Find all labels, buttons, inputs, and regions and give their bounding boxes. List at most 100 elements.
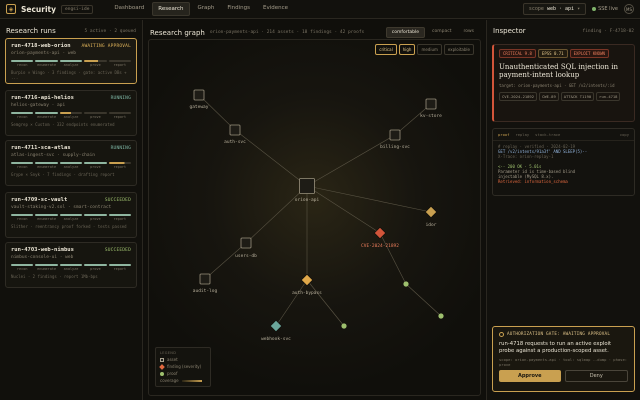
stage-label: report <box>113 115 127 119</box>
app-title: Security <box>21 4 57 14</box>
stage-progress-bar <box>108 60 132 62</box>
stage-progress-bar <box>35 112 58 114</box>
badge-epss: EPSS 0.71 <box>537 49 568 58</box>
stage-label: analyze <box>63 267 79 271</box>
graph-node-label: auth-bypass <box>292 290 322 296</box>
filter-exploitable[interactable]: exploitable <box>443 44 474 55</box>
deny-button[interactable]: Deny <box>564 370 628 382</box>
stage-label: enumerate <box>37 165 57 169</box>
run-card[interactable]: run-4709-sc-vault SUCCEEDED vault-staking-… <box>5 192 137 238</box>
copy-button[interactable]: copy <box>620 132 629 137</box>
graph-node-users[interactable] <box>240 237 252 249</box>
stage-progress-bar <box>84 60 107 62</box>
graph-canvas[interactable]: gateway auth-svc kv-store billing-svc orion-… <box>148 39 481 396</box>
stage-recon: recon <box>11 112 34 119</box>
graph-edge <box>306 279 345 327</box>
stage-label: enumerate <box>37 115 57 119</box>
legend-title: LEGEND <box>160 351 177 355</box>
proof-dot-icon <box>160 371 164 376</box>
graph-edge <box>245 185 308 244</box>
stage-label: recon <box>16 267 28 271</box>
run-status-badge: RUNNING <box>110 146 131 151</box>
stage-progress-bar <box>35 264 58 266</box>
stage-label: prove <box>90 267 101 271</box>
graph-node-label: gateway <box>190 104 209 110</box>
run-stages: recon enumerate analyze prove report <box>11 264 132 271</box>
tab-proof[interactable]: proof <box>498 132 509 137</box>
app-tag: engsi-ide <box>61 4 94 14</box>
tag-cwe[interactable]: CWE-89 <box>539 92 559 101</box>
graph-subtitle: orion-payments-api · 214 assets · 18 fin… <box>209 30 365 35</box>
stage-progress-bar <box>35 214 58 216</box>
run-meta: Burpio × Wingo · 3 findings · gate: acti… <box>11 70 127 80</box>
stage-progress-bar <box>108 162 132 164</box>
run-status-badge: AWAITING APPROVAL <box>81 44 131 49</box>
scope-selector[interactable]: scope web · api ▾ <box>522 3 587 15</box>
stage-progress-bar <box>59 112 83 114</box>
stage-prove: prove <box>84 112 107 119</box>
run-card[interactable]: run-4716-api-helios RUNNING helios-gateway… <box>5 90 137 136</box>
finding-diamond-icon <box>159 363 165 370</box>
coverage-gradient-icon <box>181 379 202 382</box>
runs-summary: 5 active · 2 queued <box>84 28 136 34</box>
run-target: nimbus-console-ui · web <box>11 255 74 260</box>
density-toggle: comfortable compact rows <box>385 27 479 38</box>
stage-progress-bar <box>59 162 83 164</box>
stage-enumerate: enumerate <box>35 112 58 119</box>
chevron-down-icon: ▾ <box>577 6 581 12</box>
nav-dashboard[interactable]: Dashboard <box>109 2 149 16</box>
graph-node-orion[interactable] <box>299 178 315 194</box>
graph-node-p2[interactable] <box>341 323 347 329</box>
graph-node-gateway[interactable] <box>193 89 205 101</box>
tab-replay[interactable]: replay <box>515 132 529 137</box>
graph-node-label: webhook-svc <box>261 336 291 342</box>
nav-research[interactable]: Research <box>152 2 190 16</box>
tab-stack-trace[interactable]: stack-trace <box>535 132 560 137</box>
stage-label: prove <box>90 217 101 221</box>
filter-high[interactable]: high <box>398 44 416 55</box>
stage-progress-bar <box>84 214 107 216</box>
stage-label: analyze <box>63 63 79 67</box>
stage-label: recon <box>16 165 28 169</box>
stage-prove: prove <box>84 214 107 221</box>
tag-attack[interactable]: ATT&CK T1190 <box>560 92 595 101</box>
density-comfortable[interactable]: comfortable <box>385 27 425 38</box>
stage-progress-bar <box>59 60 83 62</box>
proof-tabs: proof replay stack-trace copy <box>493 129 634 141</box>
legend-coverage-label: coverage <box>160 378 179 383</box>
legend-asset: asset <box>160 357 206 362</box>
nav-findings[interactable]: Findings <box>222 2 255 16</box>
run-meta: Semgrep × Custom · 332 endpoints enumera… <box>11 122 115 127</box>
nav-graph[interactable]: Graph <box>193 2 220 16</box>
graph-node-cve[interactable] <box>373 226 387 240</box>
approve-button[interactable]: Approve <box>499 370 561 382</box>
stage-label: analyze <box>63 217 79 221</box>
stage-progress-bar <box>108 112 132 114</box>
graph-node-p3[interactable] <box>438 313 444 319</box>
filter-medium[interactable]: medium <box>417 44 442 55</box>
graph-svg: gateway auth-svc kv-store billing-svc orion-… <box>190 89 444 342</box>
run-card[interactable]: run-4711-sca-atlas RUNNING atlas-ingest-sv… <box>5 140 137 186</box>
tag-run[interactable]: run-4718 <box>596 92 621 101</box>
density-rows[interactable]: rows <box>458 27 479 38</box>
graph-node-kvstore[interactable] <box>425 98 437 110</box>
graph-node-billing[interactable] <box>389 129 401 141</box>
tag-cve[interactable]: CVE-2024-21892 <box>499 92 538 101</box>
graph-node-auth[interactable] <box>229 124 241 136</box>
graph-node-audit[interactable] <box>199 273 211 285</box>
run-card[interactable]: run-4703-web-nimbus SUCCEEDED nimbus-conso… <box>5 242 137 288</box>
graph-node-idor[interactable] <box>424 205 438 219</box>
nav-evidence[interactable]: Evidence <box>258 2 293 16</box>
avatar[interactable]: MS <box>624 4 634 14</box>
stage-label: prove <box>90 63 101 67</box>
graph-node-webhook[interactable] <box>269 319 283 333</box>
graph-node-authbypass[interactable] <box>300 273 314 287</box>
run-card[interactable]: run-4718-web-orion AWAITING APPROVAL orion… <box>5 38 137 84</box>
filter-critical[interactable]: critical <box>375 44 397 55</box>
density-compact[interactable]: compact <box>427 27 456 38</box>
graph-node-label: CVE-2024-21892 <box>361 243 399 249</box>
stage-progress-bar <box>59 264 83 266</box>
top-right: scope web · api ▾ SSE live MS <box>522 3 634 15</box>
graph-node-p1[interactable] <box>403 281 409 287</box>
stage-report: report <box>108 264 132 271</box>
